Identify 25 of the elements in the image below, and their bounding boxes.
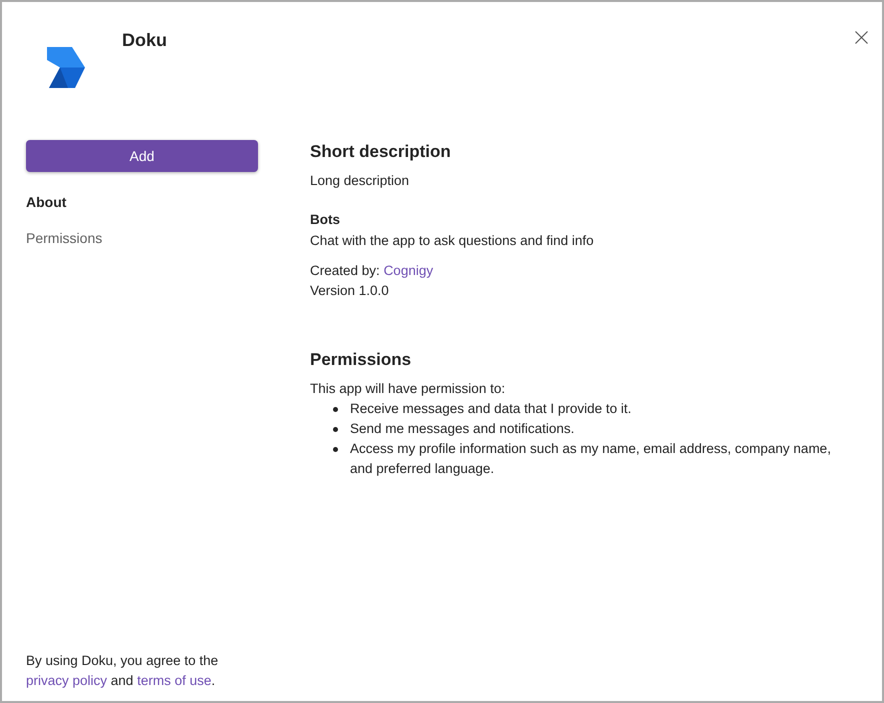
bullet-icon (333, 407, 338, 412)
version-text: Version 1.0.0 (310, 282, 390, 300)
publisher-link[interactable]: Cognigy (384, 263, 434, 278)
footer-link[interactable]: privacy policy (26, 673, 108, 688)
section-heading: Permissions (310, 349, 412, 371)
nav-item[interactable]: Permissions (26, 228, 102, 248)
permission-item: Access my profile information such as my name, email address, company name, and preferred language. (350, 440, 832, 478)
permissions-intro: This app will have permission to: (310, 380, 506, 398)
add-button[interactable]: Add (26, 140, 258, 172)
close-button[interactable] (853, 29, 869, 45)
permission-item: Receive messages and data that I provide to it. (350, 400, 632, 418)
app-title: Doku (122, 29, 167, 51)
permission-item: Send me messages and notifications. (350, 420, 574, 438)
description-text: Long description (310, 172, 410, 190)
app-logo-icon (47, 47, 85, 88)
bullet-icon (333, 447, 338, 452)
nav-item[interactable]: About (26, 192, 66, 212)
bullet-icon (333, 427, 338, 432)
subsection-title: Bots (310, 211, 341, 229)
section-heading: Short description (310, 141, 452, 163)
subsection-text: Chat with the app to ask questions and find info (310, 232, 595, 250)
close-icon (854, 30, 868, 44)
created-by-text: Created by: Cognigy (310, 262, 434, 280)
terms-notice: By using Doku, you agree to the privacy policy and terms of use. (26, 652, 220, 690)
footer-link[interactable]: terms of use (137, 673, 212, 688)
